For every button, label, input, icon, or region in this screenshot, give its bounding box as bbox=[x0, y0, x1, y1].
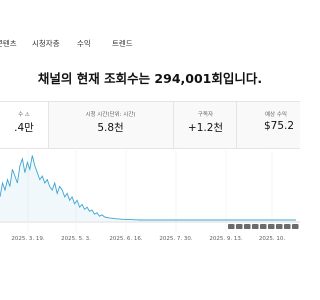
x-tick-label: 2025. 6. 16. bbox=[109, 236, 143, 242]
metric-label-revenue: 예상 수익 bbox=[265, 112, 287, 118]
tab-content[interactable]: 콘텐츠 bbox=[0, 38, 17, 49]
metric-value-views: .4만 bbox=[14, 122, 34, 134]
metric-value-revenue: $75.2 bbox=[263, 120, 295, 132]
metric-value-subscribers: +1.2천 bbox=[187, 122, 224, 134]
video-marker-thumbnail[interactable] bbox=[244, 224, 251, 229]
metric-label-views: 수 ⚠ bbox=[18, 112, 30, 118]
metric-card-revenue[interactable]: 예상 수익 $75.2 bbox=[236, 102, 301, 148]
tab-revenue[interactable]: 수익 bbox=[77, 38, 91, 49]
views-line-chart bbox=[0, 150, 300, 232]
metric-label-subscribers: 구독자 bbox=[197, 112, 214, 118]
metric-cards: 수 ⚠ .4만 시청 시간(단위: 시간) 5.8천 구독자 +1.2천 예상 … bbox=[0, 101, 300, 149]
metric-value-watch-time: 5.8천 bbox=[97, 122, 124, 134]
chart-series-area bbox=[0, 155, 296, 221]
video-marker-thumbnail[interactable] bbox=[228, 224, 235, 229]
tab-trends[interactable]: 트렌드 bbox=[112, 38, 133, 49]
metric-label-watch-time: 시청 시간(단위: 시간) bbox=[85, 112, 136, 118]
video-marker-thumbnail[interactable] bbox=[236, 224, 243, 229]
video-marker-thumbnail[interactable] bbox=[284, 224, 291, 229]
x-tick-label: 2025. 10. bbox=[258, 236, 286, 242]
x-tick-label: 2025. 7. 30. bbox=[159, 236, 193, 242]
chart-video-markers bbox=[228, 224, 299, 229]
x-tick-label: 2025. 9. 13. bbox=[209, 236, 243, 242]
metric-card-views[interactable]: 수 ⚠ .4만 bbox=[0, 102, 49, 148]
metric-card-subscribers[interactable]: 구독자 +1.2천 bbox=[173, 102, 237, 148]
page-headline: 채널의 현재 조회수는 294,001회입니다. bbox=[37, 71, 263, 86]
video-marker-thumbnail[interactable] bbox=[268, 224, 275, 229]
video-marker-thumbnail[interactable] bbox=[276, 224, 283, 229]
tab-audience[interactable]: 시청자층 bbox=[32, 38, 60, 49]
video-marker-thumbnail[interactable] bbox=[292, 224, 299, 229]
video-marker-thumbnail[interactable] bbox=[252, 224, 259, 229]
x-tick-label: 2025. 5. 3. bbox=[61, 236, 91, 242]
x-tick-label: 2025. 3. 19. bbox=[11, 236, 45, 242]
tab-bar: 콘텐츠 시청자층 수익 트렌드 bbox=[0, 0, 300, 60]
video-marker-thumbnail[interactable] bbox=[260, 224, 267, 229]
metric-card-watch-time[interactable]: 시청 시간(단위: 시간) 5.8천 bbox=[48, 102, 173, 148]
